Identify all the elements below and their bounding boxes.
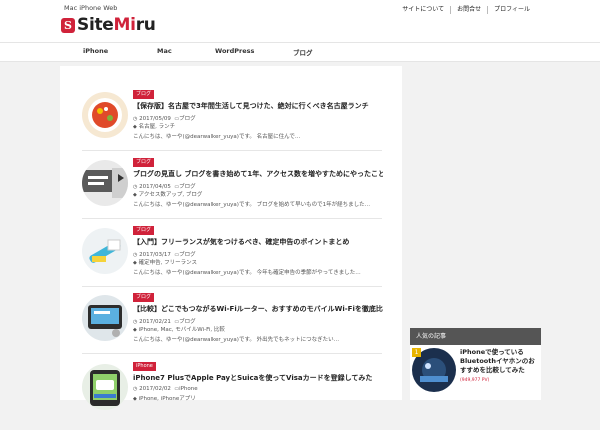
post-tags: ◆ 名古屋, ランチ bbox=[133, 122, 175, 130]
post-title[interactable]: iPhone7 PlusでApple PayとSuicaを使ってVisaカードを… bbox=[133, 374, 383, 383]
post-meta: ◷ 2017/03/17 ▭ブログ bbox=[133, 250, 196, 258]
category-badge[interactable]: iPhone bbox=[133, 362, 156, 371]
post-thumbnail[interactable] bbox=[82, 228, 128, 274]
tag-icon: ◆ bbox=[133, 192, 137, 198]
site-tagline: Mac iPhone Web bbox=[64, 4, 118, 12]
top-link-contact[interactable]: お問合せ bbox=[450, 6, 487, 14]
category-badge[interactable]: ブログ bbox=[133, 90, 155, 99]
popular-post-title-text[interactable]: iPhoneで使っているBluetoothイヤホンのおすすめを比較してみた bbox=[460, 348, 535, 374]
post-tags: ◆ iPhone, iPhoneアプリ bbox=[133, 394, 196, 402]
post-excerpt: こんにちは、ゆーや(@dearwalker_yuya)です。 外出先でもネットに… bbox=[133, 337, 340, 343]
post-excerpt: こんにちは、ゆーや(@dearwalker_yuya)です。 名古屋に住んで… bbox=[133, 134, 301, 140]
post-title[interactable]: ブログの見直し ブログを書き始めて1年、アクセス数を増やすためにやったこと bbox=[133, 170, 383, 179]
logo-text-site: Site bbox=[77, 15, 114, 35]
post-item[interactable]: iPhone iPhone7 PlusでApple PayとSuicaを使ってV… bbox=[82, 362, 382, 430]
post-thumbnail[interactable] bbox=[82, 295, 128, 341]
tag-icon: ◆ bbox=[133, 327, 137, 333]
global-nav: iPhone Mac WordPress ブログ bbox=[0, 42, 600, 62]
tag-icon: ◆ bbox=[133, 124, 137, 130]
nav-item-iphone[interactable]: iPhone bbox=[83, 47, 108, 55]
post-tags: ◆ アクセス数アップ, ブログ bbox=[133, 190, 202, 198]
post-tags: ◆ iPhone, Mac, モバイルWi-Fi, 比較 bbox=[133, 325, 225, 333]
site-logo[interactable]: S SiteMiru bbox=[61, 15, 156, 35]
nav-item-mac[interactable]: Mac bbox=[157, 47, 172, 55]
tag-icon: ◆ bbox=[133, 396, 137, 402]
popular-post-title[interactable]: iPhoneで使っているBluetoothイヤホンのおすすめを比較してみた (9… bbox=[460, 348, 540, 385]
post-tags: ◆ 確定申告, フリーランス bbox=[133, 258, 197, 266]
post-item[interactable]: ブログ ブログの見直し ブログを書き始めて1年、アクセス数を増やすためにやったこ… bbox=[82, 158, 383, 226]
post-meta: ◷ 2017/04/05 ▭ブログ bbox=[133, 182, 196, 190]
site-header: Mac iPhone Web S SiteMiru サイトについて お問合せ プ… bbox=[0, 0, 600, 42]
nav-item-wordpress[interactable]: WordPress bbox=[215, 47, 254, 55]
post-item[interactable]: ブログ 【保存版】名古屋で3年間生活して見つけた、絶対に行くべき名古屋ランチ ◷… bbox=[82, 90, 382, 158]
post-excerpt: こんにちは、ゆーや(@dearwalker_yuya)です。 今年も確定申告の季… bbox=[133, 270, 361, 276]
top-link-about[interactable]: サイトについて bbox=[396, 6, 450, 14]
popular-post-item[interactable]: 1 iPhoneで使っているBluetoothイヤホンのおすすめを比較してみた … bbox=[410, 345, 541, 397]
logo-text-mi: Mi bbox=[113, 15, 136, 35]
tag-icon: ◆ bbox=[133, 260, 137, 266]
post-title[interactable]: 【比較】どこでもつながるWi-Fiルーター、おすすめのモバイルWi-Fiを徹底比… bbox=[133, 305, 383, 314]
logo-mark: S bbox=[61, 17, 75, 33]
clock-icon: ◷ bbox=[133, 386, 138, 392]
post-item[interactable]: ブログ 【入門】フリーランスが気をつけるべき、確定申告のポイントまとめ ◷ 20… bbox=[82, 226, 382, 294]
post-thumbnail[interactable] bbox=[82, 92, 128, 138]
top-links: サイトについて お問合せ プロフィール bbox=[396, 6, 536, 14]
divider bbox=[82, 150, 382, 151]
post-tag-list[interactable]: iPhone, Mac, モバイルWi-Fi, 比較 bbox=[139, 327, 225, 333]
post-tag-list[interactable]: アクセス数アップ, ブログ bbox=[139, 192, 203, 198]
post-author[interactable]: ブログ bbox=[179, 116, 196, 122]
post-tag-list[interactable]: 確定申告, フリーランス bbox=[139, 260, 197, 266]
divider bbox=[82, 353, 382, 354]
post-item[interactable]: ブログ 【比較】どこでもつながるWi-Fiルーター、おすすめのモバイルWi-Fi… bbox=[82, 293, 383, 361]
category-badge[interactable]: ブログ bbox=[133, 158, 155, 167]
view-count: (949,977 PV) bbox=[460, 378, 490, 383]
post-title[interactable]: 【入門】フリーランスが気をつけるべき、確定申告のポイントまとめ bbox=[133, 238, 383, 247]
top-link-profile[interactable]: プロフィール bbox=[487, 6, 536, 14]
category-badge[interactable]: ブログ bbox=[133, 226, 155, 235]
rank-badge: 1 bbox=[412, 348, 421, 357]
post-meta: ◷ 2017/02/21 ▭ブログ bbox=[133, 317, 196, 325]
logo-text: SiteMiru bbox=[77, 15, 156, 35]
popular-posts-widget: 人気の記事 1 iPhoneで使っているBluetoothイヤホンのおすすめを比… bbox=[410, 328, 541, 400]
post-thumbnail[interactable] bbox=[82, 364, 128, 410]
post-tag-list[interactable]: iPhone, iPhoneアプリ bbox=[139, 396, 196, 402]
logo-text-ru: ru bbox=[135, 15, 156, 35]
post-meta: ◷ 2017/02/02 ▭iPhone bbox=[133, 386, 198, 392]
post-thumbnail[interactable] bbox=[82, 160, 128, 206]
post-title[interactable]: 【保存版】名古屋で3年間生活して見つけた、絶対に行くべき名古屋ランチ bbox=[133, 102, 383, 111]
widget-heading: 人気の記事 bbox=[410, 328, 541, 345]
post-excerpt: こんにちは、ゆーや(@dearwalker_yuya)です。 ブログを始めて早い… bbox=[133, 202, 371, 208]
post-meta: ◷ 2017/05/09 ▭ブログ bbox=[133, 114, 196, 122]
post-tag-list[interactable]: 名古屋, ランチ bbox=[139, 124, 176, 130]
nav-item-blog[interactable]: ブログ bbox=[293, 47, 313, 57]
divider bbox=[82, 218, 382, 219]
category-badge[interactable]: ブログ bbox=[133, 293, 155, 302]
divider bbox=[82, 286, 382, 287]
post-author[interactable]: iPhone bbox=[179, 386, 198, 392]
post-date: 2017/02/02 bbox=[139, 386, 171, 392]
post-list: ブログ 【保存版】名古屋で3年間生活して見つけた、絶対に行くべき名古屋ランチ ◷… bbox=[60, 66, 402, 410]
